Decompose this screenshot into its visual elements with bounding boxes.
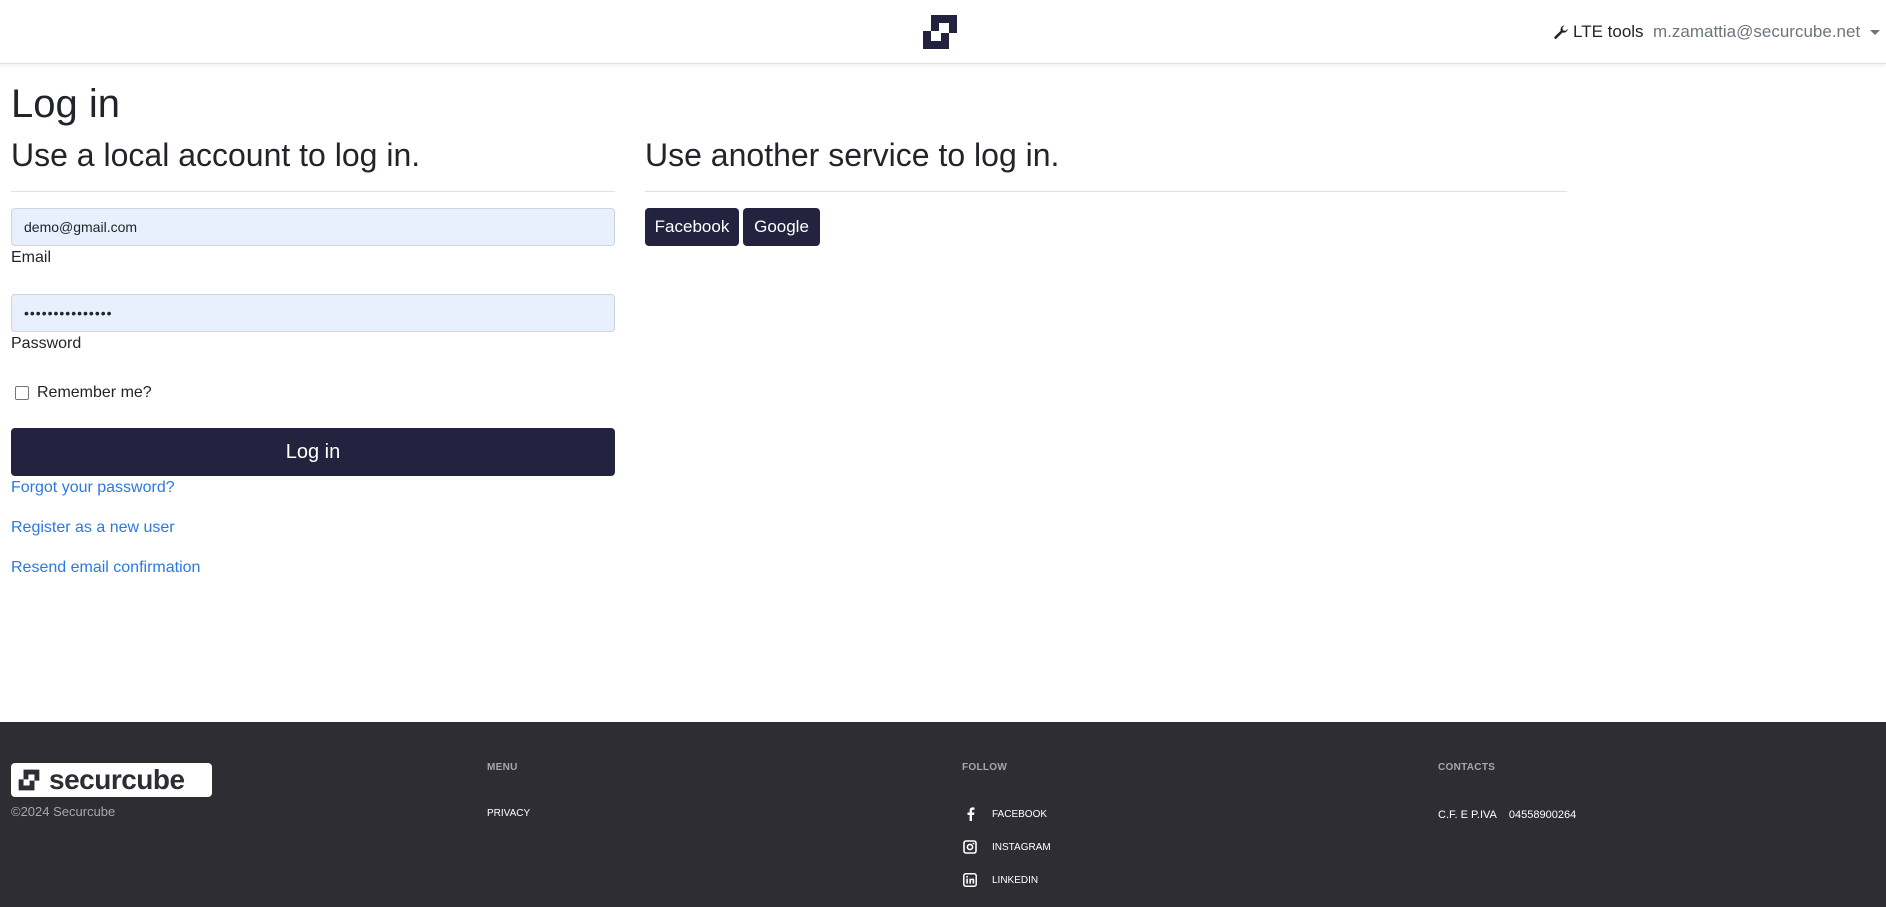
password-label: Password [11,335,82,352]
remember-me-label[interactable]: Remember me? [37,384,152,402]
vat-number: 04558900264 [1508,809,1577,821]
top-navbar: LTE tools m.zamattia@securcube.net [0,0,1886,64]
facebook-social-label: FACEBOOK [992,808,1048,820]
facebook-icon [962,806,978,822]
register-link[interactable]: Register as a new user [11,519,175,537]
instagram-icon [962,839,978,855]
lte-tools-label: LTE tools [1573,22,1644,41]
securcube-logo-icon[interactable] [917,9,963,55]
local-account-heading: Use a local account to log in. [11,137,421,173]
email-input-value: demo@gmail.com [24,219,138,235]
user-email: m.zamattia@securcube.net [1653,22,1861,41]
divider [645,191,1567,192]
facebook-social-link[interactable]: FACEBOOK [962,806,1047,822]
lte-tools-link[interactable]: LTE tools [1553,22,1644,42]
login-button[interactable]: Log in [11,428,615,476]
securcube-logo-icon [18,769,40,791]
vat-label: C.F. E P.IVA [1438,809,1497,821]
linkedin-social-label: LINKEDIN [992,874,1039,886]
email-label: Email [11,249,52,266]
email-input[interactable]: demo@gmail.com [11,208,615,246]
linkedin-icon [962,872,978,888]
chevron-down-icon [1870,29,1881,35]
instagram-social-link[interactable]: INSTAGRAM [962,839,1051,855]
instagram-social-label: INSTAGRAM [992,841,1051,853]
password-input-value: ••••••••••••••• [24,305,113,321]
vat-info: C.F. E P.IVA 04558900264 [1438,809,1576,821]
remember-me-checkbox[interactable] [15,386,29,400]
copyright: ©2024 Securcube [11,804,116,819]
forgot-password-link[interactable]: Forgot your password? [11,479,175,497]
remember-me[interactable]: Remember me? [15,384,152,402]
contacts-title: CONTACTS [1438,762,1496,773]
google-login-button[interactable]: Google [743,208,820,246]
menu-title: MENU [487,762,518,773]
page-title: Log in [11,82,120,126]
footer: securcube ©2024 Securcube MENU PRIVACY F… [0,722,1886,907]
follow-title: FOLLOW [962,762,1008,773]
linkedin-social-link[interactable]: LINKEDIN [962,872,1038,888]
footer-logo: securcube [11,763,212,797]
external-login-heading: Use another service to log in. [645,137,1060,173]
wrench-icon [1554,25,1568,39]
resend-confirmation-link[interactable]: Resend email confirmation [11,559,200,577]
password-input[interactable]: ••••••••••••••• [11,294,615,332]
privacy-link[interactable]: PRIVACY [487,808,530,819]
footer-logo-text: securcube [49,764,185,795]
user-menu-dropdown[interactable]: m.zamattia@securcube.net [1653,22,1881,42]
divider [11,191,615,192]
facebook-login-button[interactable]: Facebook [645,208,739,246]
